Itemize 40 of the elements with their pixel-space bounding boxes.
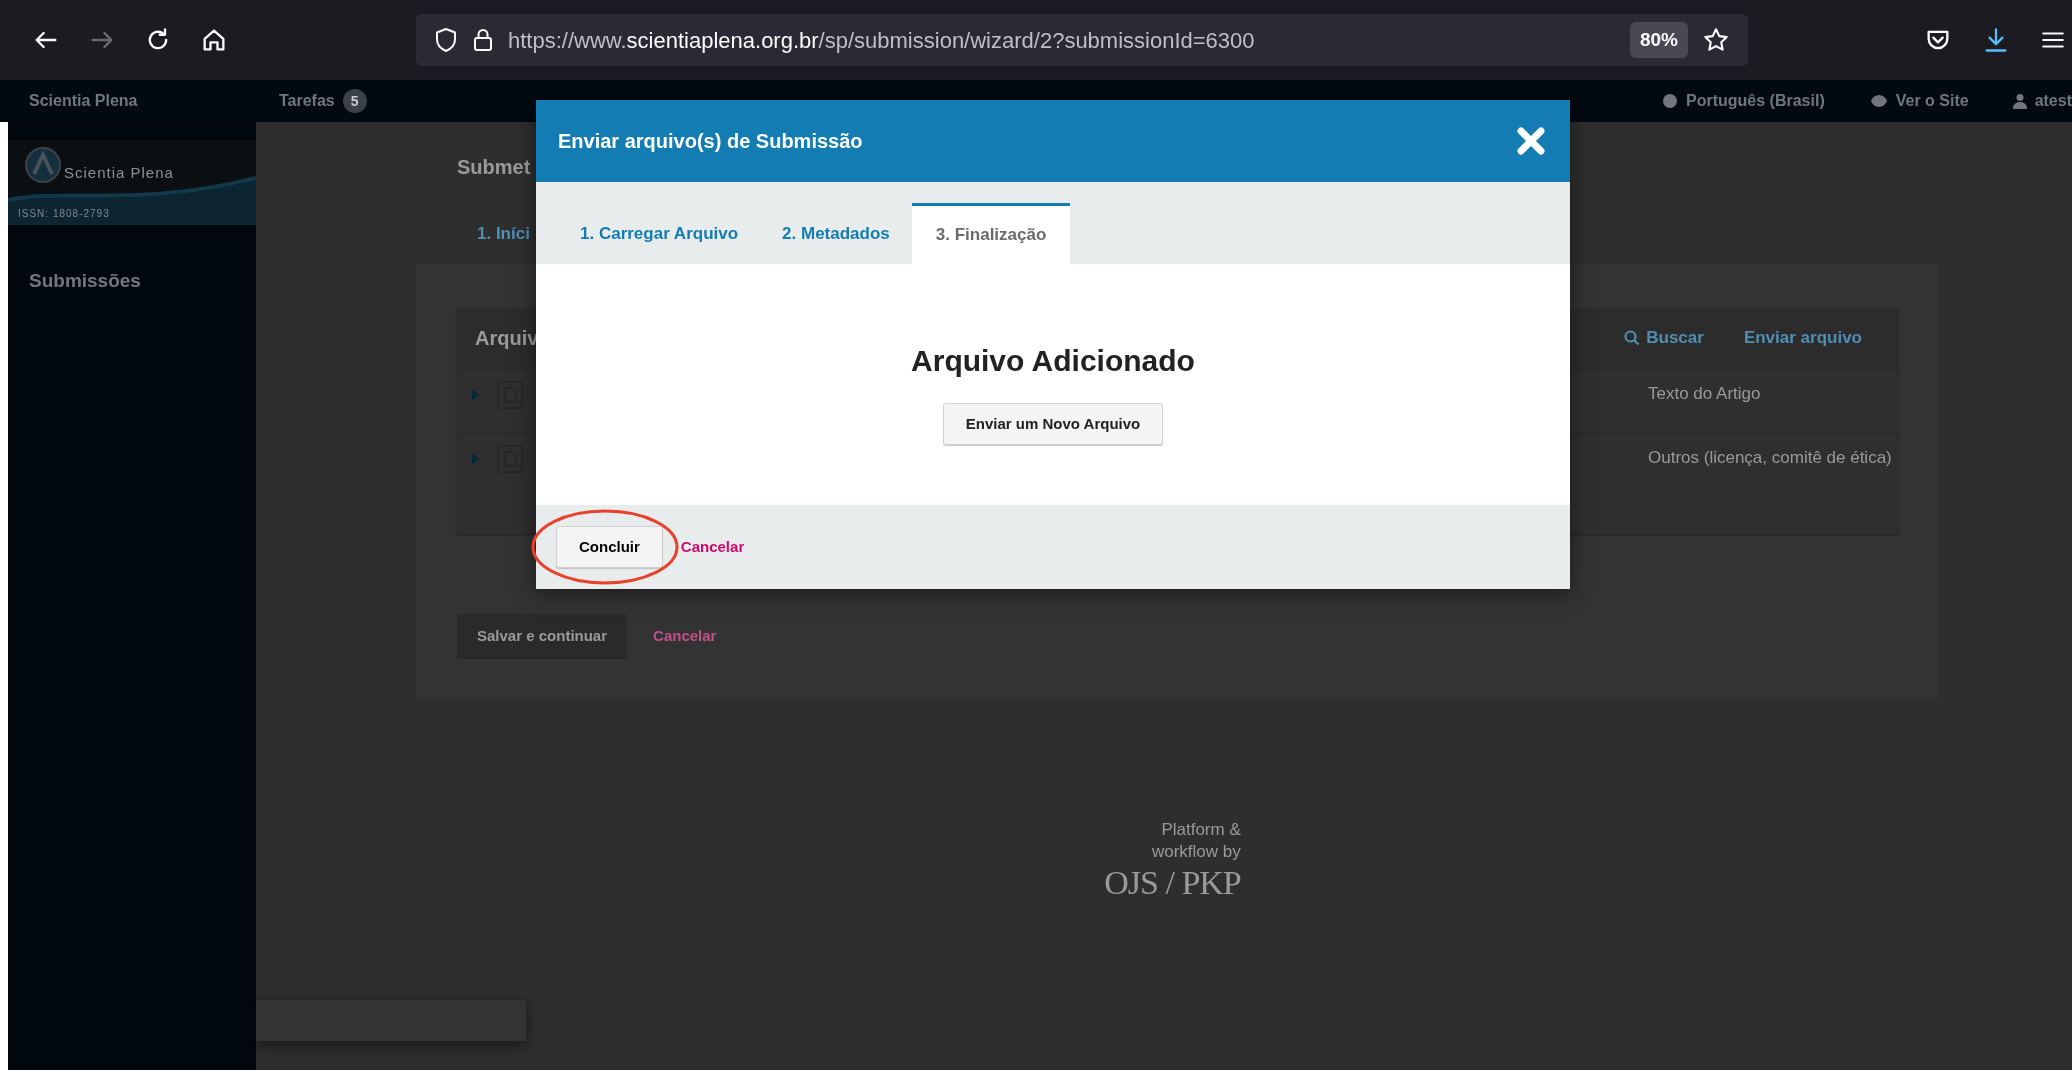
user-icon xyxy=(2012,93,2027,109)
save-continue-button[interactable]: Salvar e continuar xyxy=(457,614,628,658)
close-icon[interactable] xyxy=(1516,126,1546,156)
dialog-tab[interactable]: 2. Metadados xyxy=(760,203,912,264)
logo-title: Scientia Plena xyxy=(64,163,174,183)
finish-button[interactable]: Concluir xyxy=(556,526,663,568)
dialog-tab[interactable]: 1. Carregar Arquivo xyxy=(558,203,761,264)
file-component-cell-text: Texto do Artigo xyxy=(1648,383,1762,405)
footer-text: workflow by xyxy=(1151,841,1241,863)
shield-icon[interactable] xyxy=(434,27,458,53)
platform-brand[interactable]: OJS / PKP xyxy=(1104,863,1241,903)
url-text[interactable]: https://www.scientiaplena.org.br/sp/submission/wizard/2?submissionId=6300 xyxy=(508,23,1255,57)
view-site-link[interactable]: Ver o Site xyxy=(1895,89,1969,113)
file-component-cell-text: Outros (licença, comitê de ética) xyxy=(1648,447,1893,469)
logo-emblem-icon xyxy=(24,146,62,184)
sidebar-item[interactable]: Submissões xyxy=(8,267,256,296)
language-menu[interactable]: Português (Brasil) xyxy=(1686,89,1825,113)
cancel-link[interactable]: Cancelar xyxy=(653,624,717,648)
dialog-heading: Arquivo Adicionado xyxy=(911,343,1195,379)
zoom-level-button[interactable]: 80% xyxy=(1629,21,1688,59)
bookmark-star-icon[interactable] xyxy=(1702,26,1730,54)
tasks-link[interactable]: Tarefas xyxy=(279,89,335,113)
eye-icon xyxy=(1869,94,1888,108)
dialog-title: Enviar arquivo(s) de Submissão xyxy=(558,129,863,154)
search-button[interactable]: Buscar xyxy=(1624,325,1704,351)
dialog-tab[interactable]: 3. Finalização xyxy=(911,203,1071,264)
upload-new-file-button[interactable]: Enviar um Novo Arquivo xyxy=(942,403,1164,445)
tasks-count-badge: 5 xyxy=(342,89,367,113)
site-name[interactable]: Scientia Plena xyxy=(29,89,279,113)
cancel-link[interactable]: Cancelar xyxy=(680,535,745,559)
address-bar[interactable]: https://www.scientiaplena.org.br/sp/submission/wizard/2?submissionId=6300 80% xyxy=(416,14,1748,66)
lock-icon[interactable] xyxy=(472,27,494,53)
footer-text: Platform & xyxy=(1161,819,1241,841)
user-menu[interactable]: atest xyxy=(2034,89,2072,113)
search-icon xyxy=(1624,330,1641,346)
upload-file-link[interactable]: Enviar arquivo xyxy=(1743,325,1862,351)
page-title: Submet xyxy=(456,155,532,176)
step-tab[interactable]: 1. Iníci xyxy=(477,220,530,246)
grid-title: Arquiv xyxy=(475,326,539,351)
logo-issn: ISSN: 1808-2793 xyxy=(18,207,110,221)
